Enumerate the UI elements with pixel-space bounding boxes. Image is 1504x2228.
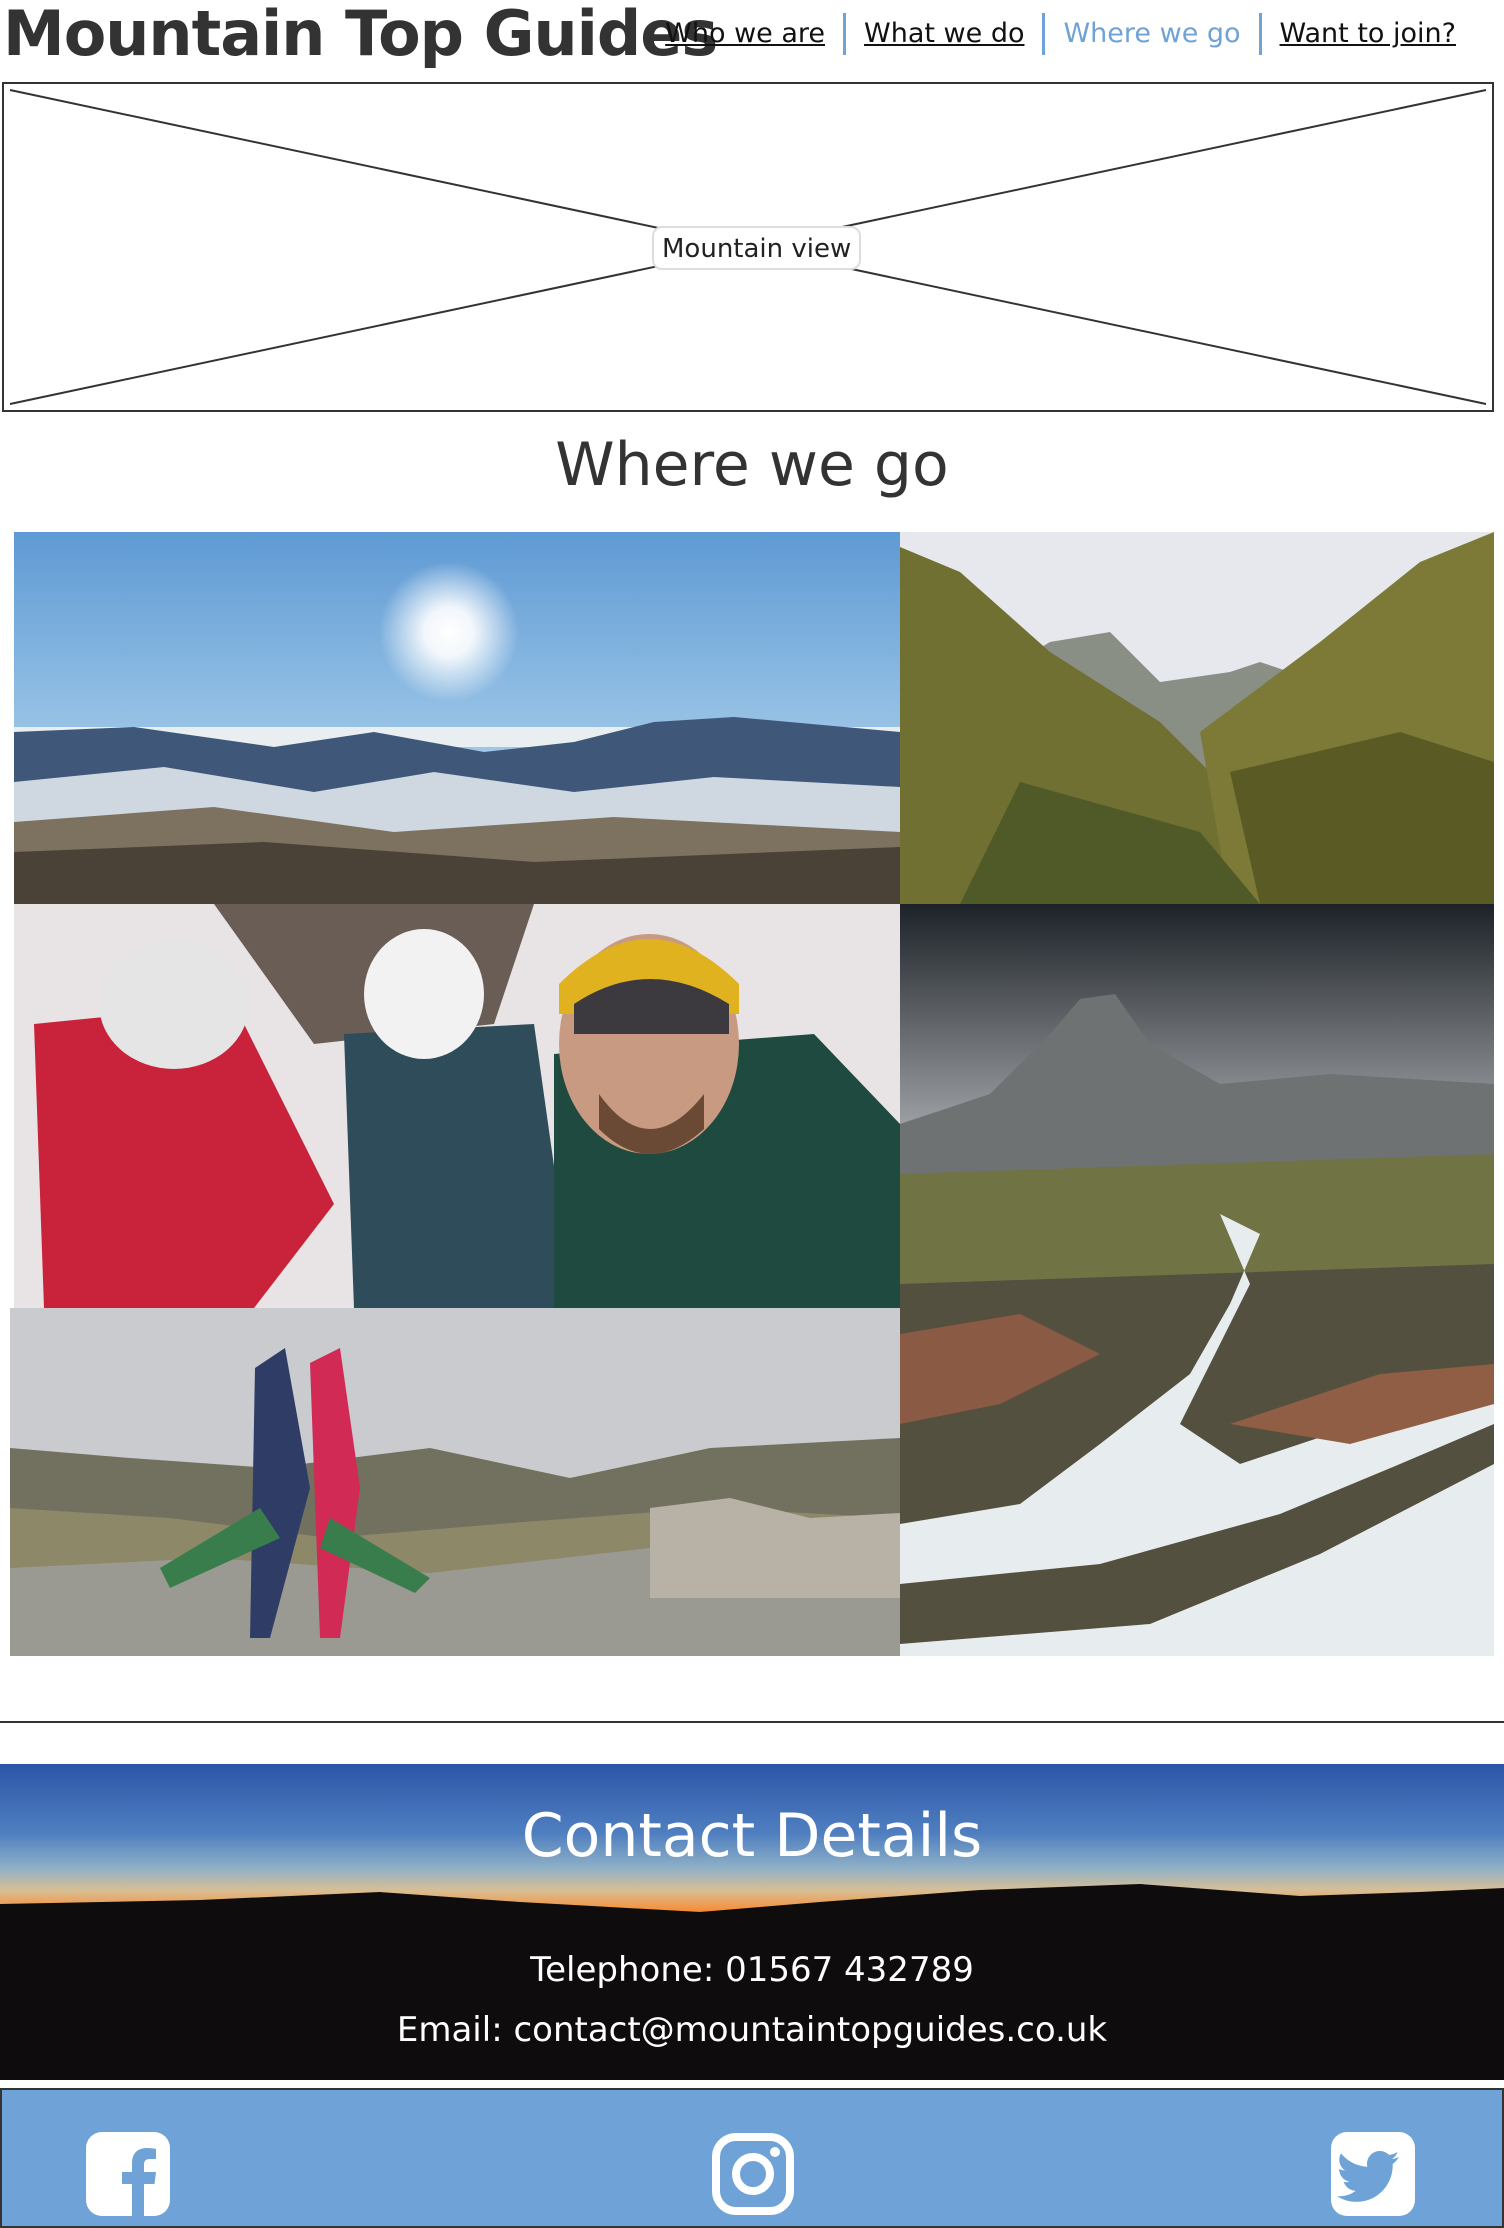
contact-email[interactable]: Email: contact@mountaintopguides.co.uk [0, 2007, 1504, 2053]
hero-alt-text: Mountain view [652, 226, 862, 270]
gallery-photo-mountain-stream [900, 904, 1494, 1656]
contact-title: Contact Details [521, 1801, 983, 1871]
nav-link-where-we-go[interactable]: Where we go [1045, 12, 1258, 56]
instagram-icon[interactable] [711, 2132, 795, 2216]
nav-link-want-to-join[interactable]: Want to join? [1262, 12, 1474, 56]
page-title: Where we go [555, 430, 949, 500]
site-header: Mountain Top Guides Who we are What we d… [0, 0, 1504, 78]
facebook-icon[interactable] [86, 2132, 170, 2216]
nav-link-what-we-do[interactable]: What we do [846, 12, 1042, 56]
gallery-photo-green-valley [900, 532, 1494, 904]
gallery-photo-snowy-panorama [14, 532, 900, 904]
hero-image-placeholder: Mountain view [2, 82, 1494, 412]
site-footer [0, 2088, 1504, 2228]
gallery-photo-summit-celebration [10, 1308, 900, 1656]
contact-section: Contact Details Telephone: 01567 432789 … [0, 1764, 1504, 2080]
nav-link-who-we-are[interactable]: Who we are [647, 12, 843, 56]
section-divider [0, 1721, 1504, 1723]
site-logo[interactable]: Mountain Top Guides [3, 0, 718, 70]
main-nav: Who we are What we do Where we go Want t… [647, 12, 1474, 56]
contact-phone[interactable]: Telephone: 01567 432789 [0, 1947, 1504, 1993]
gallery-photo-climbers-selfie [14, 904, 900, 1308]
twitter-icon[interactable] [1331, 2132, 1415, 2216]
